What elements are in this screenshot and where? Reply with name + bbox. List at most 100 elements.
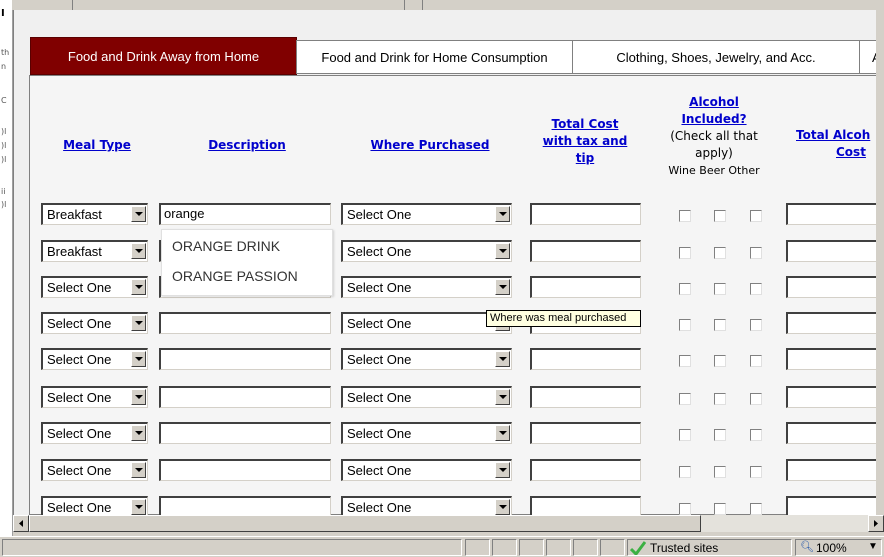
wine-checkbox[interactable] [679,283,691,295]
dropdown-arrow-icon[interactable] [131,462,146,478]
where-purchased-select[interactable]: Select One [341,203,512,225]
header-total-cost[interactable]: Total Cost with tax and tip [530,116,640,167]
other-checkbox[interactable] [750,210,762,222]
beer-checkbox[interactable] [714,283,726,295]
meal-type-select[interactable]: Select One [41,348,148,370]
chevron-down-icon[interactable]: ▼ [868,541,878,552]
total-alcohol-cost-input[interactable] [786,459,877,481]
dropdown-arrow-icon[interactable] [495,499,510,515]
meal-type-select[interactable]: Select One [41,386,148,408]
dropdown-arrow-icon[interactable] [131,243,146,259]
dropdown-arrow-icon[interactable] [495,462,510,478]
beer-checkbox[interactable] [714,393,726,405]
beer-checkbox[interactable] [714,319,726,331]
total-alcohol-cost-input[interactable] [786,348,877,370]
description-input[interactable]: orange [159,203,331,225]
total-cost-input[interactable] [530,203,641,225]
scroll-thumb[interactable] [29,515,701,532]
total-cost-input[interactable] [530,422,641,444]
total-cost-input[interactable] [530,348,641,370]
dropdown-arrow-icon[interactable] [131,315,146,331]
wine-checkbox[interactable] [679,466,691,478]
scroll-left-icon[interactable] [13,515,29,532]
tab-food-home-consumption[interactable]: Food and Drink for Home Consumption [296,40,573,74]
description-input[interactable] [159,459,331,481]
dropdown-arrow-icon[interactable] [495,243,510,259]
meal-type-select[interactable]: Select One [41,276,148,298]
other-checkbox[interactable] [750,393,762,405]
beer-checkbox[interactable] [714,503,726,515]
total-alcohol-cost-input[interactable] [786,422,877,444]
other-checkbox[interactable] [750,355,762,367]
description-input[interactable] [159,386,331,408]
dropdown-arrow-icon[interactable] [131,279,146,295]
beer-checkbox[interactable] [714,466,726,478]
total-alcohol-cost-input[interactable] [786,240,877,262]
dropdown-arrow-icon[interactable] [495,206,510,222]
where-purchased-select[interactable]: Select One [341,276,512,298]
total-alcohol-cost-input[interactable] [786,496,877,515]
other-checkbox[interactable] [750,283,762,295]
where-purchased-select[interactable]: Select One [341,240,512,262]
wine-checkbox[interactable] [679,503,691,515]
other-checkbox[interactable] [750,319,762,331]
description-input[interactable] [159,312,331,334]
total-alcohol-cost-input[interactable] [786,203,877,225]
dropdown-arrow-icon[interactable] [495,279,510,295]
total-alcohol-cost-input[interactable] [786,386,877,408]
other-checkbox[interactable] [750,466,762,478]
other-checkbox[interactable] [750,429,762,441]
meal-type-select[interactable]: Select One [41,496,148,515]
header-total-alcohol-cost[interactable]: Total Alcoh Cost [790,127,877,161]
tab-food-away-from-home[interactable]: Food and Drink Away from Home [30,37,297,75]
beer-checkbox[interactable] [714,355,726,367]
vertical-scrollbar[interactable] [876,10,884,515]
total-alcohol-cost-input[interactable] [786,276,877,298]
header-description[interactable]: Description [162,137,332,154]
wine-checkbox[interactable] [679,393,691,405]
scroll-right-icon[interactable] [868,515,884,532]
tab-more[interactable]: A [859,40,877,74]
description-input[interactable] [159,348,331,370]
meal-type-select[interactable]: Select One [41,312,148,334]
dropdown-arrow-icon[interactable] [495,351,510,367]
where-purchased-select[interactable]: Select One [341,496,512,515]
total-cost-input[interactable] [530,276,641,298]
wine-checkbox[interactable] [679,355,691,367]
zoom-control[interactable]: 🔍︎ 100% ▼ [795,539,882,556]
total-cost-input[interactable] [530,386,641,408]
security-zone[interactable]: Trusted sites [627,539,792,556]
dropdown-arrow-icon[interactable] [495,389,510,405]
where-purchased-select[interactable]: Select One [341,386,512,408]
total-cost-input[interactable] [530,459,641,481]
meal-type-select[interactable]: Breakfast [41,203,148,225]
wine-checkbox[interactable] [679,247,691,259]
total-cost-input[interactable] [530,496,641,515]
total-alcohol-cost-input[interactable] [786,312,877,334]
dropdown-arrow-icon[interactable] [131,499,146,515]
dropdown-arrow-icon[interactable] [131,351,146,367]
meal-type-select[interactable]: Select One [41,459,148,481]
autocomplete-option[interactable]: ORANGE DRINK [172,238,280,254]
where-purchased-select[interactable]: Select One [341,422,512,444]
header-meal-type[interactable]: Meal Type [42,137,152,154]
horizontal-scrollbar[interactable] [13,515,884,532]
beer-checkbox[interactable] [714,429,726,441]
beer-checkbox[interactable] [714,247,726,259]
dropdown-arrow-icon[interactable] [131,425,146,441]
where-purchased-select[interactable]: Select One [341,459,512,481]
header-alcohol-included[interactable]: Alcohol Included? (Check all that apply)… [654,94,774,179]
meal-type-select[interactable]: Select One [41,422,148,444]
dropdown-arrow-icon[interactable] [131,389,146,405]
autocomplete-option[interactable]: ORANGE PASSION [172,268,298,284]
tab-clothing-shoes[interactable]: Clothing, Shoes, Jewelry, and Acc. [572,40,860,74]
dropdown-arrow-icon[interactable] [131,206,146,222]
dropdown-arrow-icon[interactable] [495,425,510,441]
header-where-purchased[interactable]: Where Purchased [344,137,516,154]
description-input[interactable] [159,422,331,444]
meal-type-select[interactable]: Breakfast [41,240,148,262]
beer-checkbox[interactable] [714,210,726,222]
wine-checkbox[interactable] [679,319,691,331]
wine-checkbox[interactable] [679,429,691,441]
where-purchased-select[interactable]: Select One [341,348,512,370]
